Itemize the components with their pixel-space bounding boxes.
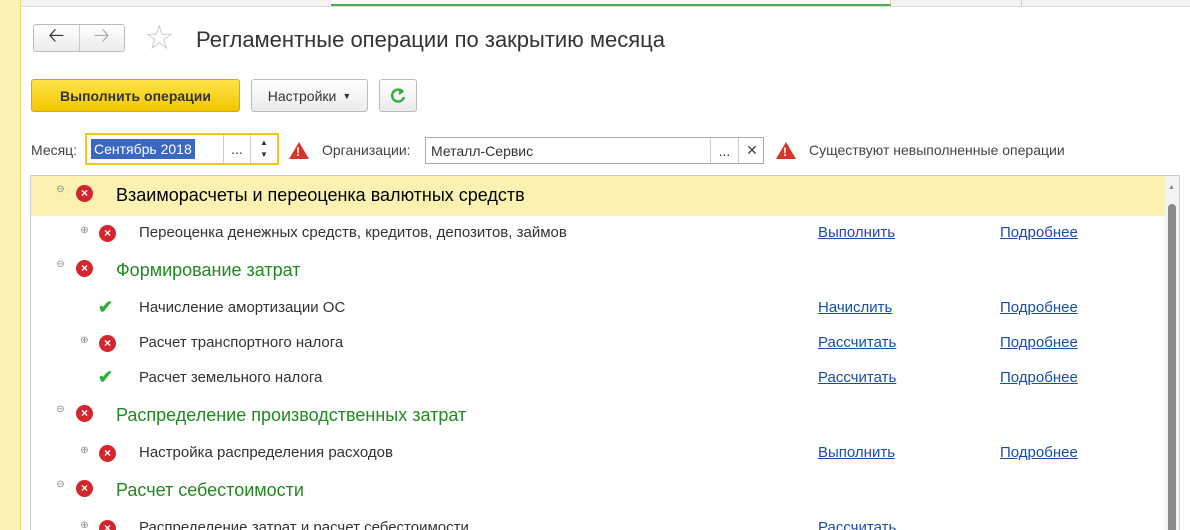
operation-action-link[interactable]: Рассчитать	[818, 334, 896, 351]
error-icon: ×	[99, 225, 116, 242]
operation-label: Настройка распределения расходов	[139, 444, 393, 461]
operation-row[interactable]: ✔ Расчет земельного налога Рассчитать Подро…	[31, 361, 1166, 396]
org-field[interactable]: Металл-Сервис ... ✕	[425, 137, 764, 164]
tab-active[interactable]	[331, 0, 891, 6]
operation-row[interactable]: ⊕ × Настройка распределения расходов Выполн…	[31, 436, 1166, 471]
month-label: Месяц:	[31, 142, 78, 158]
operation-row[interactable]: ⊕ × Распределение затрат и расчет себестои…	[31, 511, 1166, 530]
error-icon: ×	[99, 520, 116, 530]
collapse-icon[interactable]: ⊖	[55, 259, 66, 270]
details-link[interactable]: Подробнее	[1000, 299, 1078, 316]
checkmark-icon: ✔	[98, 367, 114, 387]
month-select-button[interactable]: ...	[223, 135, 250, 163]
org-select-button[interactable]: ...	[710, 138, 738, 163]
history-nav: 🡠 🡢	[33, 24, 125, 52]
collapse-icon[interactable]: ⊖	[55, 184, 66, 195]
error-icon: ×	[76, 480, 93, 497]
operation-row[interactable]: ⊕ × Расчет транспортного налога Рассчитать П…	[31, 326, 1166, 361]
settings-label: Настройки	[267, 87, 337, 104]
clear-icon[interactable]: ✕	[738, 138, 765, 163]
group-row[interactable]: ⊖ × Формирование затрат	[31, 251, 1166, 291]
scrollbar-thumb[interactable]	[1168, 204, 1176, 530]
expand-icon[interactable]: ⊕	[79, 225, 90, 236]
error-icon: ×	[99, 335, 116, 352]
page-title: Регламентные операции по закрытию месяца	[196, 27, 665, 52]
group-row[interactable]: ⊖ × Распределение производственных затрат	[31, 396, 1166, 436]
collapse-icon[interactable]: ⊖	[55, 404, 66, 415]
tab[interactable]	[891, 0, 1022, 6]
back-arrow-icon[interactable]: 🡠	[34, 25, 80, 51]
operation-action-link[interactable]: Рассчитать	[818, 369, 896, 386]
operation-label: Расчет земельного налога	[139, 369, 323, 386]
operation-row[interactable]: ⊕ × Переоценка денежных средств, кредитов,…	[31, 216, 1166, 251]
refresh-button[interactable]	[379, 79, 417, 112]
expand-icon[interactable]: ⊕	[79, 520, 90, 530]
error-icon: ×	[76, 405, 93, 422]
month-field[interactable]: Сентябрь 2018 ... ▲ ▼	[85, 133, 279, 165]
operation-action-link[interactable]: Рассчитать	[818, 519, 896, 530]
operation-label: Распределение затрат и расчет себестоимо…	[139, 519, 469, 530]
details-link[interactable]: Подробнее	[1000, 369, 1078, 386]
org-label: Организации:	[322, 142, 411, 158]
forward-arrow-icon[interactable]: 🡢	[80, 25, 125, 51]
group-row[interactable]: ⊖ × Расчет себестоимости	[31, 471, 1166, 511]
operation-action-link[interactable]: Выполнить	[818, 224, 895, 241]
error-icon: ×	[76, 260, 93, 277]
tab[interactable]	[21, 0, 332, 6]
warning-icon: !	[289, 142, 309, 159]
favorite-star-icon[interactable]: ☆	[144, 20, 174, 56]
details-link[interactable]: Подробнее	[1000, 334, 1078, 351]
chevron-down-icon: ▼	[342, 90, 352, 101]
checkmark-icon: ✔	[98, 297, 114, 317]
warning-text: Существуют невыполненные операции	[809, 142, 1065, 158]
refresh-icon	[391, 87, 406, 103]
details-link[interactable]: Подробнее	[1000, 444, 1078, 461]
group-title[interactable]: Расчет себестоимости	[116, 480, 304, 501]
month-value[interactable]: Сентябрь 2018	[91, 139, 195, 159]
warning-icon: !	[776, 142, 796, 159]
group-row[interactable]: ⊖ × Взаиморасчеты и переоценка валютных ср…	[31, 176, 1166, 216]
expand-icon[interactable]: ⊕	[79, 335, 90, 346]
operation-label: Переоценка денежных средств, кредитов, д…	[139, 224, 567, 241]
month-spinner[interactable]: ▲ ▼	[250, 135, 277, 163]
org-value[interactable]: Металл-Сервис	[431, 143, 533, 159]
operation-action-link[interactable]: Начислить	[818, 299, 892, 316]
settings-button[interactable]: Настройки ▼	[251, 79, 368, 112]
operation-label: Расчет транспортного налога	[139, 334, 344, 351]
details-link[interactable]: Подробнее	[1000, 224, 1078, 241]
operation-action-link[interactable]: Выполнить	[818, 444, 895, 461]
collapse-icon[interactable]: ⊖	[55, 479, 66, 490]
operation-label: Начисление амортизации ОС	[139, 299, 346, 316]
operation-row[interactable]: ✔ Начисление амортизации ОС Начислить Подро…	[31, 291, 1166, 326]
group-title[interactable]: Распределение производственных затрат	[116, 405, 466, 426]
expand-icon[interactable]: ⊕	[79, 445, 90, 456]
group-title[interactable]: Формирование затрат	[116, 260, 301, 281]
scroll-up-icon[interactable]: ▲	[1168, 184, 1175, 191]
group-title[interactable]: Взаиморасчеты и переоценка валютных сред…	[116, 185, 525, 206]
run-operations-button[interactable]: Выполнить операции	[31, 79, 240, 112]
window-tabs	[21, 0, 1190, 7]
error-icon: ×	[76, 185, 93, 202]
operations-list: ⊖ × Взаиморасчеты и переоценка валютных ср…	[30, 175, 1180, 530]
scrollbar[interactable]: ▲	[1165, 176, 1179, 530]
error-icon: ×	[99, 445, 116, 462]
left-panel-strip	[0, 0, 21, 530]
